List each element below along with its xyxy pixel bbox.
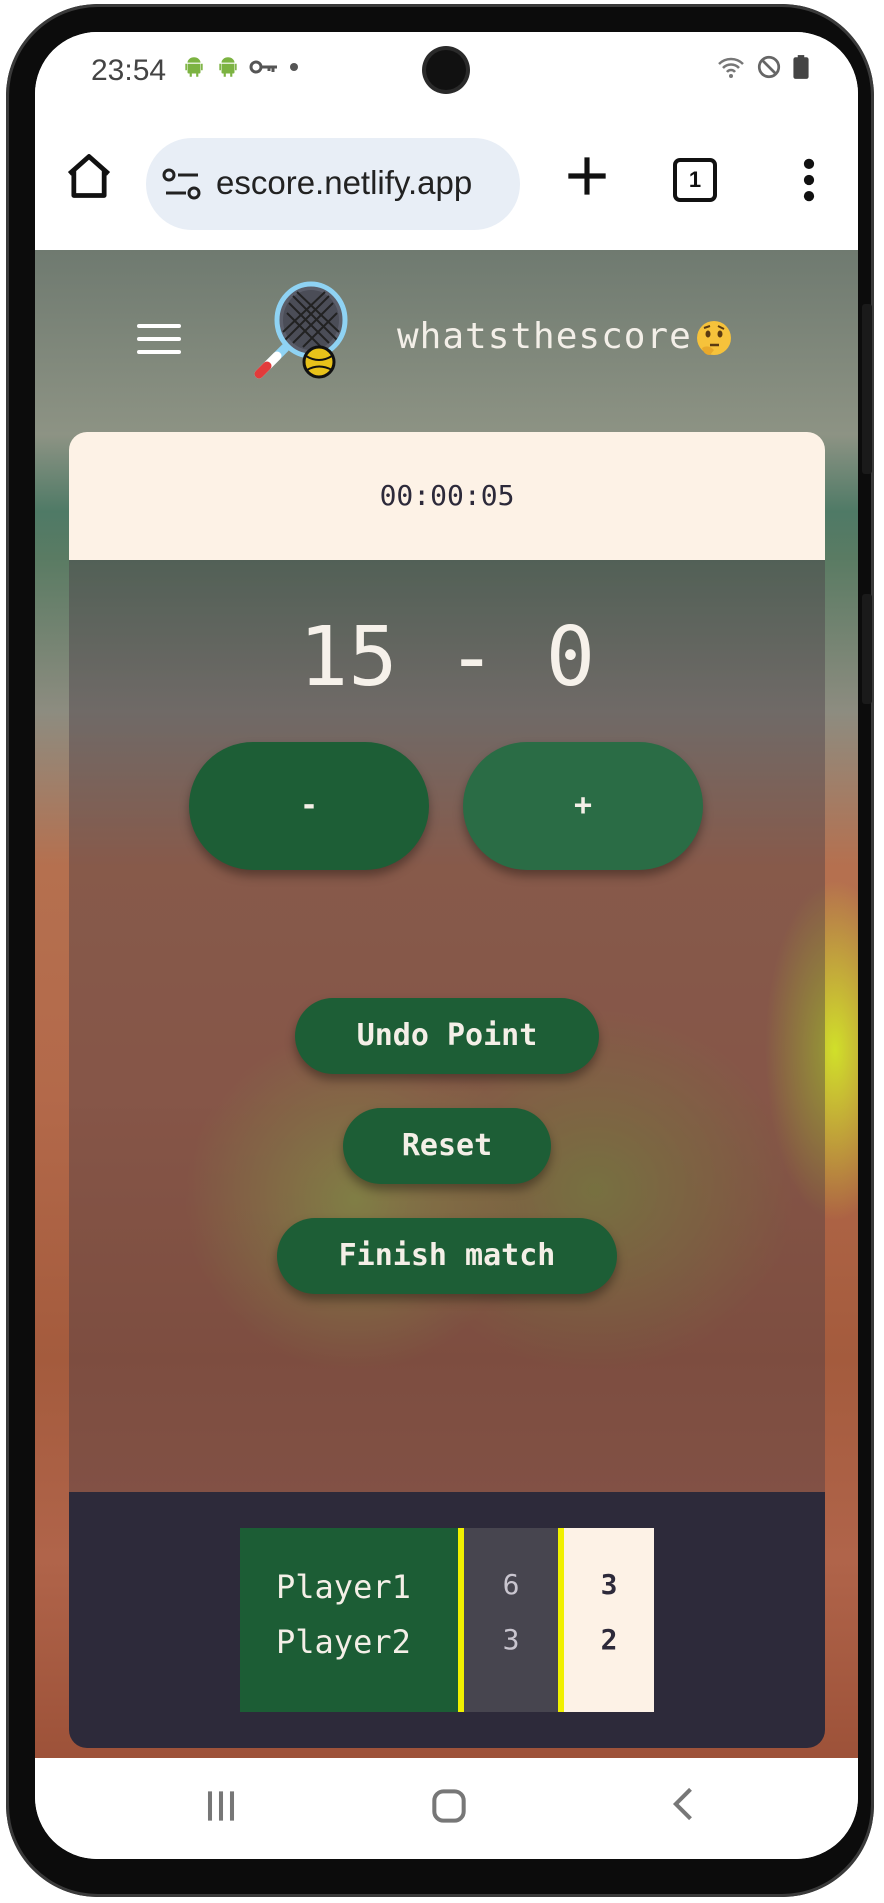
tab-switcher-icon[interactable]: 1: [673, 158, 717, 202]
player-name: Player2: [276, 1623, 411, 1661]
do-not-disturb-icon: [757, 55, 781, 79]
scoreboard-player-names: Player1 Player2: [240, 1528, 458, 1712]
address-bar[interactable]: escore.netlify.app: [146, 138, 520, 230]
brand-title: whatsthescore: [397, 316, 734, 358]
more-menu-icon[interactable]: [799, 158, 819, 202]
front-camera: [426, 50, 466, 90]
back-icon[interactable]: [663, 1782, 707, 1826]
key-icon: [249, 60, 277, 74]
home-circle-icon[interactable]: [427, 1784, 471, 1828]
scoreboard-sets-column: 6 3: [458, 1528, 558, 1712]
player-games: 3: [600, 1568, 618, 1601]
hamburger-menu-icon[interactable]: [137, 324, 181, 363]
system-navigation-bar: [35, 1758, 858, 1859]
new-tab-icon[interactable]: [559, 148, 615, 204]
browser-toolbar: escore.netlify.app 1: [35, 110, 858, 250]
battery-icon: [793, 55, 809, 79]
player-games: 2: [600, 1623, 618, 1656]
brand-text: whatsthescore: [397, 316, 692, 357]
app-navbar: whatsthescore: [35, 250, 858, 400]
reset-button[interactable]: Reset: [343, 1108, 551, 1184]
status-right-icons: [716, 54, 810, 80]
power-button: [862, 594, 872, 704]
player-name: Player1: [276, 1568, 411, 1606]
player-sets: 6: [502, 1568, 520, 1601]
page-content: whatsthescore 00:00:05 15 - 0 - + Undo P…: [35, 250, 858, 1790]
site-settings-icon[interactable]: [162, 166, 202, 202]
score-card: 00:00:05 15 - 0 - + Undo Point Reset Fin…: [69, 432, 825, 1748]
point-minus-button[interactable]: -: [189, 742, 429, 870]
phone-screen: 23:54 escore.netlify.app 1 whatsthescore…: [35, 32, 858, 1859]
scoreboard-games-column: 3 2: [558, 1528, 654, 1712]
android-icon: [219, 57, 237, 77]
player-sets: 3: [502, 1623, 520, 1656]
dot-icon: [290, 63, 298, 71]
status-left-icons: [181, 54, 301, 80]
recent-apps-icon[interactable]: [199, 1784, 243, 1828]
match-timer: 00:00:05: [69, 432, 825, 560]
url-text[interactable]: escore.netlify.app: [216, 164, 472, 202]
finish-match-button[interactable]: Finish match: [277, 1218, 617, 1294]
android-icon: [185, 57, 203, 77]
point-score: 15 - 0: [298, 610, 596, 705]
volume-button: [862, 304, 872, 474]
status-time: 23:54: [91, 54, 167, 87]
wifi-icon: [718, 57, 744, 78]
tennis-racket-logo-icon: [254, 281, 348, 379]
scoreboard-area: Player1 Player2 6 3 3 2: [69, 1492, 825, 1748]
status-bar: 23:54: [35, 32, 858, 110]
point-plus-button[interactable]: +: [463, 742, 703, 870]
thinking-face-icon: [696, 321, 731, 355]
home-icon[interactable]: [63, 150, 115, 202]
phone-frame: 23:54 escore.netlify.app 1 whatsthescore…: [6, 4, 874, 1897]
undo-point-button[interactable]: Undo Point: [295, 998, 599, 1074]
scoreboard: Player1 Player2 6 3 3 2: [240, 1528, 654, 1712]
score-area: 15 - 0 - + Undo Point Reset Finish match: [69, 560, 825, 1492]
